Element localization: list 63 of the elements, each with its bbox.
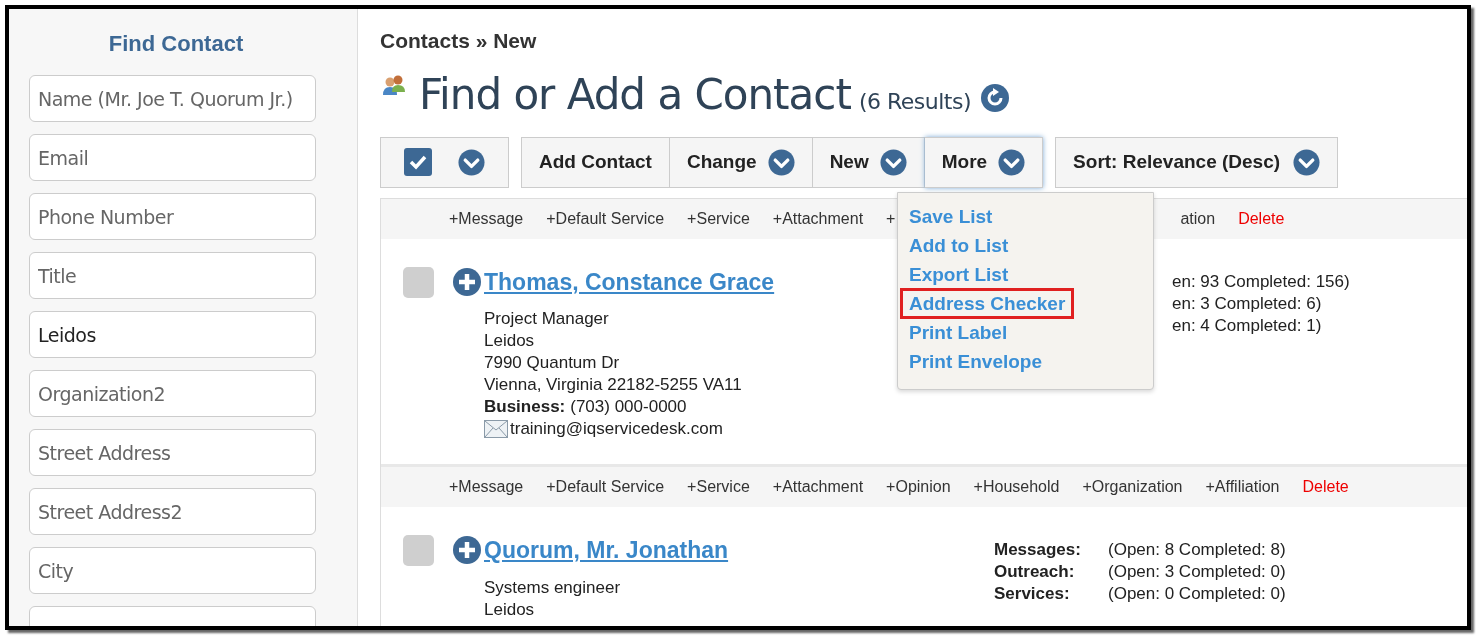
contact-detail: Leidos (484, 598, 535, 621)
contact-name-link[interactable]: Quorum, Mr. Jonathan (484, 533, 729, 568)
envelope-icon (484, 420, 508, 438)
row-checkbox[interactable] (403, 266, 434, 298)
sidebar-title: Find Contact (108, 30, 244, 58)
toolbar-button[interactable]: Add Contact (521, 136, 670, 188)
breadcrumb: Contacts » New (380, 28, 538, 54)
contact-detail: Project Manager (484, 308, 609, 330)
input-field[interactable]: Organization2 (29, 370, 316, 417)
action-link[interactable]: +Service (687, 206, 750, 231)
stat-value: en: 4 Completed: 1) (1172, 314, 1322, 337)
action-link[interactable]: +Affiliation (1205, 475, 1280, 499)
action-link[interactable]: +Default Service (546, 206, 665, 231)
stat-value: (Open: 0 Completed: 0) (1108, 583, 1286, 605)
delete-link[interactable]: Delete (1302, 475, 1349, 499)
action-link[interactable]: +Household (973, 475, 1060, 499)
action-link[interactable]: +Opinion (886, 475, 951, 499)
delete-link[interactable]: Delete (1238, 206, 1285, 231)
action-link[interactable]: +Default Service (546, 475, 665, 499)
contact-detail: 7990 Quantum Dr (484, 352, 620, 374)
action-link[interactable]: +Message (449, 475, 524, 499)
chevron-down-icon (1293, 148, 1321, 176)
action-link[interactable]: +Attachment (772, 475, 864, 499)
input-field[interactable]: City (29, 547, 316, 594)
stat-label: Messages: (994, 539, 1082, 561)
select-all-checkbox[interactable] (404, 148, 432, 176)
result-count: (6 Results) (858, 87, 971, 116)
input-field[interactable]: Email (29, 134, 316, 181)
action-link[interactable]: + (886, 206, 896, 231)
stat-value: (Open: 3 Completed: 0) (1108, 561, 1286, 583)
input-field[interactable]: Name (Mr. Joe T. Quorum Jr.) (29, 75, 316, 122)
action-link[interactable]: +Service (687, 475, 750, 499)
action-link[interactable]: +Message (449, 206, 524, 231)
stat-label: Outreach: (994, 561, 1076, 583)
action-link[interactable]: +Attachment (772, 206, 864, 231)
page-title: Find or Add a Contact (419, 70, 851, 119)
input-field[interactable]: Phone Number (29, 193, 316, 240)
phone-number: (703) 000-0000 (570, 396, 687, 418)
stat-label: Services: (994, 583, 1071, 605)
contact-detail: Vienna, Virginia 22182-5255 VA11 (484, 374, 742, 396)
toolbar-button[interactable]: Change (669, 136, 813, 188)
expand-icon[interactable] (453, 267, 481, 296)
input-field[interactable]: Street Address (29, 429, 316, 476)
input-field[interactable]: Title (29, 252, 316, 299)
row-checkbox[interactable] (403, 535, 434, 566)
action-link[interactable]: +Organization (1082, 475, 1183, 499)
input-field[interactable]: Street Address2 (29, 488, 316, 535)
refresh-icon[interactable] (981, 83, 1009, 112)
contact-detail: Systems engineer (484, 576, 621, 599)
contact-name-link[interactable]: Thomas, Constance Grace (484, 264, 775, 299)
phone-label: Business: (484, 396, 566, 418)
toolbar-button[interactable]: More (924, 136, 1044, 188)
sort-button[interactable]: Sort: Relevance (Desc) (1055, 136, 1339, 188)
input-field[interactable]: Leidos (29, 311, 316, 358)
stat-value: en: 93 Completed: 156) (1172, 270, 1350, 293)
action-link[interactable]: ation (1180, 206, 1216, 231)
stat-value: (Open: 8 Completed: 8) (1108, 539, 1286, 561)
contact-detail: Leidos (484, 330, 535, 352)
chevron-down-icon[interactable] (458, 148, 485, 176)
toolbar-button[interactable]: New (812, 136, 925, 188)
expand-icon[interactable] (453, 536, 481, 565)
stat-value: en: 3 Completed: 6) (1172, 292, 1322, 315)
email-address: training@iqservicedesk.com (510, 418, 723, 440)
